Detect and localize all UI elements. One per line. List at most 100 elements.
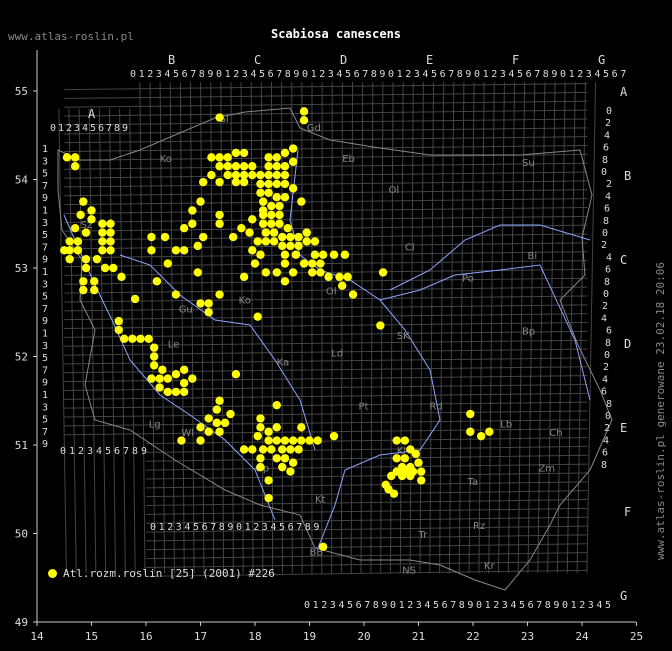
region-label: Ol [326, 287, 337, 298]
region-label: Ta [467, 477, 479, 488]
record-point [299, 116, 309, 125]
record-point [79, 197, 88, 206]
record-point [310, 237, 320, 246]
grid-row-label: 7 [42, 181, 48, 192]
grid-row-label-right: 4 [605, 191, 611, 202]
record-point [340, 250, 350, 259]
grid-row-label: 3 [42, 156, 48, 167]
record-point [272, 162, 281, 171]
record-point [278, 241, 287, 251]
grid-digit-top: 6 [354, 69, 360, 80]
record-point [280, 277, 290, 286]
grid-row-label-right: 4 [603, 435, 609, 446]
x-tick-label: 24 [575, 630, 589, 643]
grid-letter-right: C [620, 253, 627, 267]
record-point [272, 423, 281, 432]
grid-digit-bottom: 2 [321, 600, 327, 611]
grid-line [64, 180, 588, 188]
grid-digit-bottom: 4 [338, 600, 344, 611]
record-point [288, 458, 298, 467]
region-label: Ch [549, 428, 562, 439]
grid-line [260, 82, 264, 574]
grid-letter-right: D [624, 337, 631, 351]
record-point [397, 471, 407, 481]
record-point [329, 250, 339, 259]
record-point [239, 445, 249, 454]
grid-line [108, 108, 117, 574]
x-tick-label: 16 [139, 630, 152, 643]
grid-row-label-right: 2 [602, 301, 608, 312]
record-point [87, 206, 96, 215]
record-point [258, 206, 268, 215]
x-tick-label: 22 [466, 630, 479, 643]
grid-digit-mid: 0 [150, 522, 156, 533]
record-point [392, 436, 401, 445]
record-point [275, 210, 284, 220]
record-point [280, 193, 290, 202]
grid-row-label: 5 [42, 415, 48, 426]
record-point [220, 418, 230, 428]
record-point [147, 246, 156, 255]
y-tick-label: 49 [15, 616, 28, 629]
grid-letter-right: E [620, 421, 627, 435]
record-point [264, 427, 273, 436]
record-point [308, 259, 317, 268]
record-point [98, 219, 107, 228]
record-point [294, 232, 303, 242]
region-label: Tr [418, 530, 429, 541]
record-point [239, 148, 249, 158]
grid-digit-bottom: 9 [467, 600, 473, 611]
record-point [253, 237, 262, 246]
grid-line [389, 82, 394, 574]
grid-letter-top: G [598, 53, 605, 67]
record-point [62, 153, 72, 162]
record-point [223, 170, 232, 180]
record-point [73, 237, 83, 246]
grid-line [64, 215, 588, 223]
grid-letter-left: A [88, 107, 96, 121]
grid-digit-left-bottom: 0 [60, 446, 66, 457]
grid-digit-bottom: 1 [399, 600, 405, 611]
grid-digit-mid: 9 [227, 522, 233, 533]
region-label: Zm [538, 464, 555, 475]
record-point [338, 281, 347, 290]
grid-digit-bottom: 3 [330, 600, 336, 611]
record-point [215, 290, 224, 299]
grid-line [409, 82, 414, 574]
grid-digit-top: 9 [293, 69, 299, 80]
record-point [160, 232, 170, 242]
grid-digit-left-top: 8 [114, 123, 120, 134]
record-point [65, 246, 74, 255]
record-point [476, 431, 486, 441]
grid-digit-bottom: 1 [313, 600, 319, 611]
grid-digit-bottom: 3 [502, 600, 508, 611]
grid-row-label-right: 2 [606, 179, 612, 190]
grid-line [145, 472, 588, 480]
record-point [231, 162, 241, 171]
region-label: Lb [500, 419, 512, 430]
y-tick-label: 52 [15, 351, 28, 364]
record-point [256, 454, 265, 463]
grid-row-label-right: 0 [601, 167, 607, 178]
record-point [239, 177, 249, 187]
record-point [231, 177, 241, 187]
record-point [253, 312, 262, 321]
grid-digit-bottom: 8 [545, 600, 551, 611]
grid-line [64, 100, 588, 108]
grid-row-label: 3 [42, 279, 48, 290]
grid-digit-top: 8 [543, 69, 549, 80]
record-point [392, 454, 401, 463]
record-point [106, 228, 115, 237]
record-point [414, 458, 423, 467]
grid-digit-bottom: 2 [579, 600, 585, 611]
record-point [79, 277, 88, 286]
record-point [280, 454, 290, 463]
record-point [98, 246, 107, 255]
record-point [275, 219, 284, 228]
grid-digit-top: 7 [190, 69, 196, 80]
record-point [302, 237, 311, 246]
grid-row-label-right: 4 [604, 130, 610, 141]
grid-digit-left-top: 1 [58, 123, 64, 134]
grid-line [64, 206, 588, 214]
grid-line [64, 410, 588, 418]
